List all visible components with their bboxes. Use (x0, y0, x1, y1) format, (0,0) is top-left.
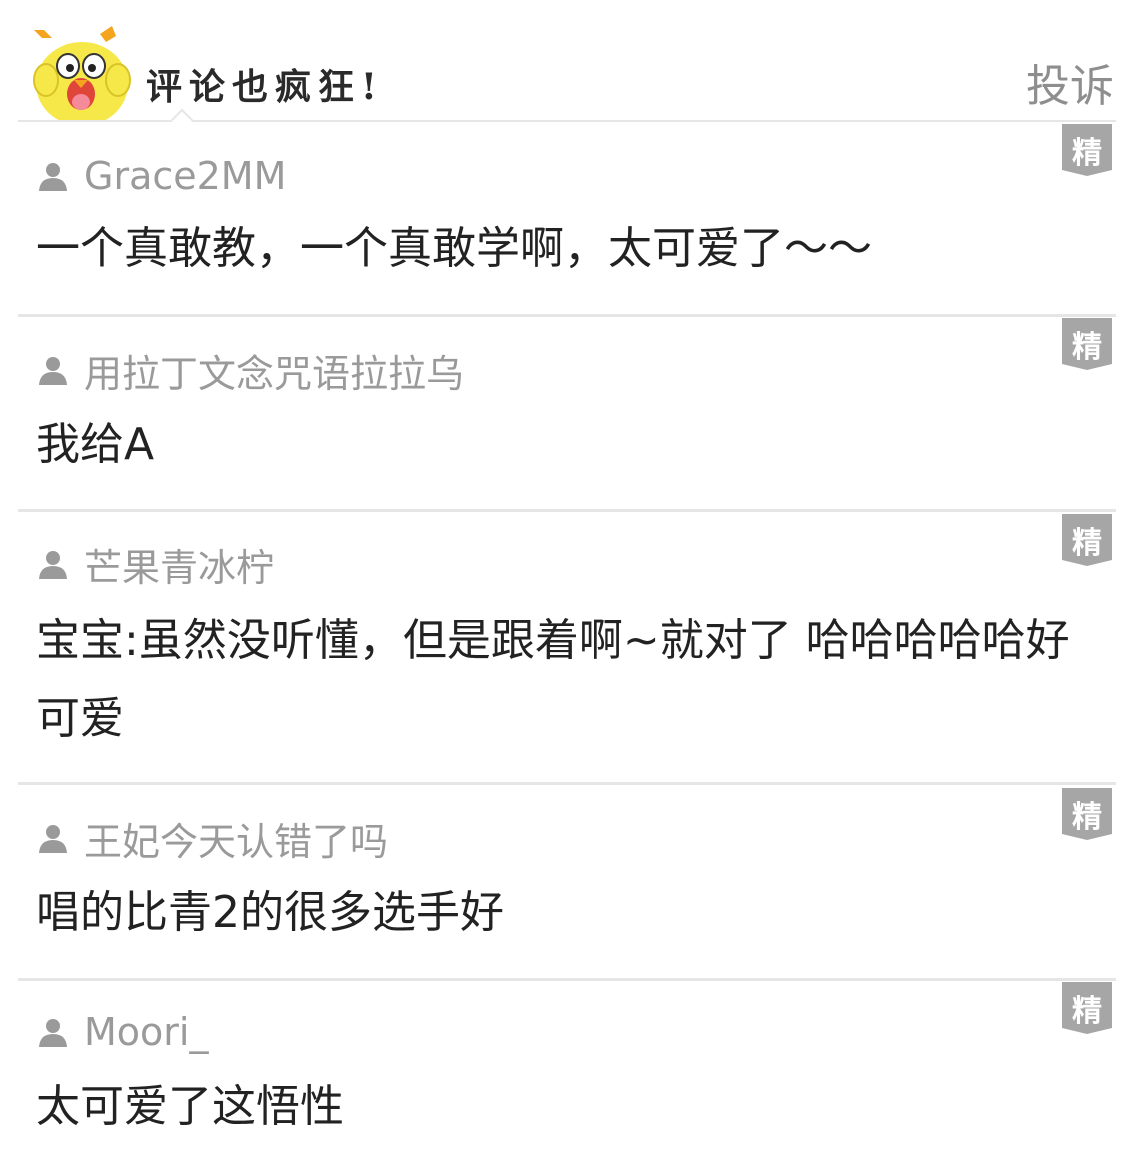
comment-user[interactable]: 用拉丁文念咒语拉拉乌 (36, 348, 464, 396)
comment-user[interactable]: 芒果青冰柠 (36, 542, 274, 590)
comment-username: Moori_ (84, 1010, 209, 1054)
featured-badge-label: 精 (1072, 330, 1102, 365)
comment-item: 精 Moori_ 太可爱了这悟性 (0, 980, 1134, 1161)
featured-badge-label: 精 (1072, 800, 1102, 835)
comment-user[interactable]: Moori_ (36, 1010, 208, 1054)
comment-text: 我给A (36, 419, 155, 470)
featured-badge-label: 精 (1072, 994, 1102, 1029)
comment-divider (18, 782, 1116, 785)
user-silhouette-icon (39, 1019, 67, 1047)
comments-header: 评论也疯狂! 投诉 (0, 0, 1134, 132)
header-title: 评论也疯狂! (146, 66, 384, 108)
comment-text: 宝宝:虽然没听懂，但是跟着啊~就对了 哈哈哈哈哈好可爱 (36, 615, 1070, 744)
comment-item: 精 用拉丁文念咒语拉拉乌 我给A (0, 318, 1134, 512)
comment-username: 用拉丁文念咒语拉拉乌 (84, 351, 465, 396)
featured-badge[interactable]: 精 (1062, 514, 1112, 566)
comments-page: 评论也疯狂! 投诉 精 Grace2MM 一个真敢教，一个真敢学啊，太可爱了～～ (0, 0, 1134, 1161)
user-silhouette-icon (39, 825, 67, 853)
report-button[interactable]: 投诉 (1026, 50, 1114, 114)
featured-badge[interactable]: 精 (1062, 788, 1112, 840)
comment-username: Grace2MM (84, 154, 287, 198)
featured-badge[interactable]: 精 (1062, 318, 1112, 370)
comment-user[interactable]: 王妃今天认错了吗 (36, 816, 388, 864)
comment-item: 精 Grace2MM 一个真敢教，一个真敢学啊，太可爱了～～ (0, 122, 1134, 318)
user-silhouette-icon (39, 357, 67, 385)
user-silhouette-icon (39, 551, 67, 579)
comment-item: 精 王妃今天认错了吗 唱的比青2的很多选手好 (0, 786, 1134, 981)
featured-badge-label: 精 (1072, 136, 1102, 171)
mascot-icon (30, 24, 132, 126)
comment-item: 精 芒果青冰柠 宝宝:虽然没听懂，但是跟着啊~就对了 哈哈哈哈哈好可爱 (0, 512, 1134, 786)
comment-text: 唱的比青2的很多选手好 (36, 887, 504, 938)
comment-text: 太可爱了这悟性 (36, 1081, 344, 1132)
comment-user[interactable]: Grace2MM (36, 154, 286, 198)
comment-username: 王妃今天认错了吗 (84, 819, 389, 864)
comment-text: 一个真敢教，一个真敢学啊，太可爱了～～ (36, 223, 872, 274)
user-silhouette-icon (39, 163, 67, 191)
comment-divider (18, 314, 1116, 317)
featured-badge[interactable]: 精 (1062, 124, 1112, 176)
featured-badge[interactable]: 精 (1062, 982, 1112, 1034)
comment-username: 芒果青冰柠 (84, 545, 275, 590)
featured-badge-label: 精 (1072, 526, 1102, 561)
